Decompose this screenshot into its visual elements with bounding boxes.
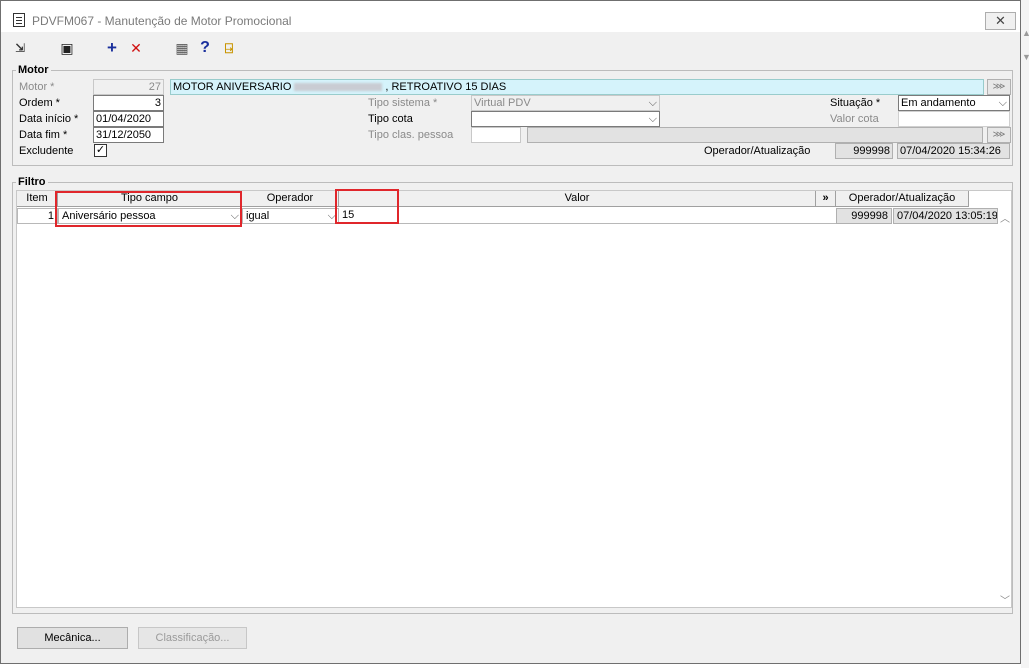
toolbar: ⇲ ▣ + ✕ ▦ ? ⍈ <box>1 37 1020 61</box>
delete-icon[interactable]: ✕ <box>128 40 144 56</box>
description-prefix: MOTOR ANIVERSARIO <box>173 81 292 93</box>
ordem-field[interactable]: 3 <box>93 95 164 111</box>
highlight-box-tipo-campo <box>55 191 242 227</box>
excludente-label: Excludente <box>19 145 74 157</box>
operador-field: 999998 <box>835 143 893 159</box>
tipo-clas-pessoa-code-field[interactable] <box>471 127 521 143</box>
filtro-grid: Item Tipo campo Operador Valor » Operado… <box>16 190 1012 608</box>
close-button[interactable]: ✕ <box>985 12 1016 30</box>
data-fim-label: Data fim * <box>19 129 68 141</box>
tipo-clas-lookup-button[interactable]: ⋙ <box>987 127 1011 143</box>
cell-item[interactable]: 1 <box>17 208 58 224</box>
tipo-clas-pessoa-label: Tipo clas. pessoa <box>368 129 454 141</box>
tipo-clas-pessoa-description-field <box>527 127 983 143</box>
operador-atualizacao-label: Operador/Atualização <box>704 145 811 157</box>
background-scroll-up-icon: ▲ <box>1022 28 1029 38</box>
filtro-group-label: Filtro <box>16 176 48 188</box>
highlight-box-valor <box>335 189 399 224</box>
background-window-edge: ▲ ▼ <box>1021 0 1029 668</box>
valor-cota-label: Valor cota <box>830 113 879 125</box>
redacted-text <box>294 83 383 92</box>
data-inicio-label: Data início * <box>19 113 79 125</box>
tipo-sistema-value: Virtual PDV <box>474 97 531 109</box>
cell-operador-id: 999998 <box>836 208 892 224</box>
tipo-sistema-select[interactable]: Virtual PDV ⌵ <box>471 95 660 111</box>
motor-group-label: Motor <box>16 64 51 76</box>
column-header-item[interactable]: Item <box>17 191 58 207</box>
cell-atualizacao: 07/04/2020 13:05:19 <box>893 208 998 224</box>
cell-valor[interactable]: 15 <box>339 208 836 224</box>
exit-arrow-icon[interactable]: ⇲ <box>12 40 28 56</box>
scroll-up-arrow-icon[interactable]: ︿ <box>1000 210 1010 225</box>
window-title: PDVFM067 - Manutenção de Motor Promocion… <box>32 14 292 28</box>
chevron-down-icon: ⌵ <box>998 97 1007 109</box>
motor-id-field[interactable]: 27 <box>93 79 164 95</box>
motor-label: Motor * <box>19 81 55 93</box>
tipo-sistema-label: Tipo sistema * <box>368 97 438 109</box>
chevron-down-icon: ⌵ <box>648 97 657 109</box>
expand-columns-button[interactable]: » <box>816 191 836 207</box>
scroll-down-arrow-icon[interactable]: ﹀ <box>1000 592 1010 607</box>
document-icon <box>13 13 25 27</box>
door-exit-icon[interactable]: ⍈ <box>221 40 237 56</box>
description-lookup-button[interactable]: ⋙ <box>987 79 1011 95</box>
save-icon[interactable]: ▣ <box>59 40 75 56</box>
motor-description-field[interactable]: MOTOR ANIVERSARIO , RETROATIVO 15 DIAS <box>170 79 984 95</box>
situacao-value: Em andamento <box>901 97 976 109</box>
help-icon[interactable]: ? <box>197 40 213 56</box>
valor-cota-field[interactable] <box>898 111 1010 127</box>
atualizacao-field: 07/04/2020 15:34:26 <box>897 143 1010 159</box>
cell-operador-value: igual <box>246 210 270 222</box>
description-suffix: , RETROATIVO 15 DIAS <box>385 81 507 93</box>
tipo-cota-select[interactable]: ⌵ <box>471 111 660 127</box>
ordem-label: Ordem * <box>19 97 60 109</box>
calendar-grid-icon[interactable]: ▦ <box>174 40 190 56</box>
column-header-operador-atualizacao[interactable]: Operador/Atualização <box>836 191 969 207</box>
add-icon[interactable]: + <box>104 39 120 56</box>
situacao-label: Situação * <box>830 97 881 109</box>
situacao-select[interactable]: Em andamento ⌵ <box>898 95 1010 111</box>
application-window: PDVFM067 - Manutenção de Motor Promocion… <box>0 0 1021 664</box>
column-header-operador[interactable]: Operador <box>242 191 339 207</box>
data-inicio-field[interactable]: 01/04/2020 <box>93 111 164 127</box>
data-fim-field[interactable]: 31/12/2050 <box>93 127 164 143</box>
cell-operador-select[interactable]: igual ⌵ <box>242 208 339 224</box>
chevron-down-icon: ⌵ <box>648 113 657 125</box>
title-bar: PDVFM067 - Manutenção de Motor Promocion… <box>1 1 1020 32</box>
excludente-checkbox[interactable]: ✓ <box>94 144 107 157</box>
background-scroll-down-icon: ▼ <box>1022 52 1029 62</box>
classificacao-button[interactable]: Classificação... <box>138 627 247 649</box>
tipo-cota-label: Tipo cota <box>368 113 413 125</box>
mecanica-button[interactable]: Mecânica... <box>17 627 128 649</box>
column-header-valor[interactable]: Valor <box>339 191 816 207</box>
